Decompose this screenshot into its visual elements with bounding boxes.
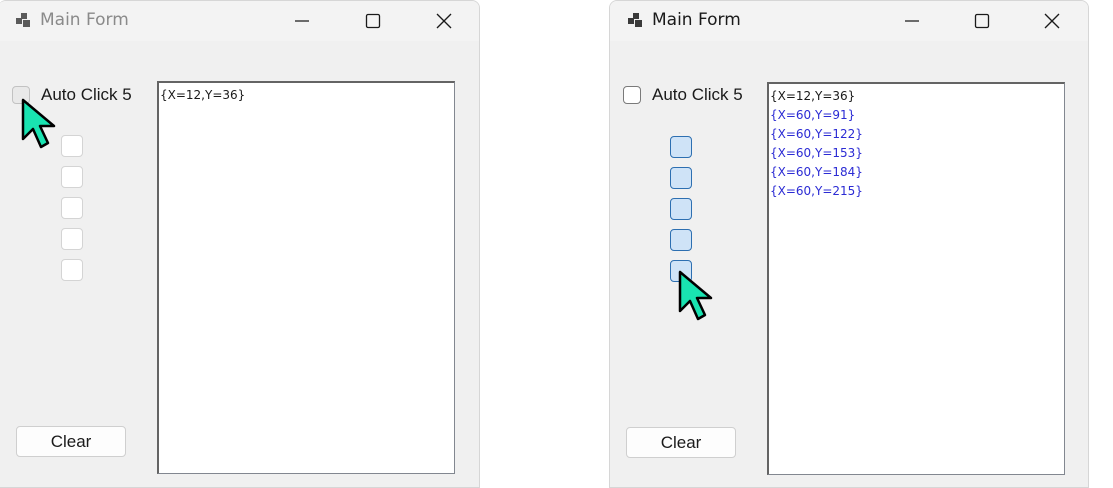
click-log-listbox[interactable]: {X=12,Y=36}: [157, 81, 455, 474]
mouse-pointer-icon: [21, 98, 56, 149]
target-checkbox-2[interactable]: [61, 166, 83, 188]
clear-button[interactable]: Clear: [626, 427, 736, 458]
auto-click-checkbox[interactable]: Auto Click 5: [623, 85, 743, 105]
target-checkbox-3[interactable]: [61, 197, 83, 219]
target-checkbox-4[interactable]: [670, 229, 692, 251]
title-bar[interactable]: Main Form: [610, 1, 1088, 41]
target-checkbox-3[interactable]: [670, 198, 692, 220]
log-entry-auto: {X=60,Y=122}: [770, 127, 863, 141]
log-entry-auto: {X=60,Y=215}: [770, 184, 863, 198]
target-checkbox-1[interactable]: [61, 135, 83, 157]
checkbox-box[interactable]: [623, 86, 641, 104]
log-entry-auto: {X=60,Y=184}: [770, 165, 863, 179]
log-entry-auto: {X=60,Y=91}: [770, 108, 856, 122]
auto-click-label: Auto Click 5: [652, 85, 743, 104]
click-log-listbox[interactable]: {X=12,Y=36} {X=60,Y=91} {X=60,Y=122} {X=…: [767, 82, 1065, 475]
app-icon: [628, 13, 642, 27]
mouse-pointer-icon: [678, 270, 713, 321]
close-button[interactable]: [1029, 5, 1075, 37]
minimize-button[interactable]: [889, 5, 935, 37]
target-checkbox-2[interactable]: [670, 167, 692, 189]
maximize-button[interactable]: [959, 5, 1005, 37]
target-checkbox-4[interactable]: [61, 228, 83, 250]
target-checkbox-1[interactable]: [670, 136, 692, 158]
minimize-icon: [295, 20, 309, 22]
minimize-icon: [905, 20, 919, 22]
main-form-window-after: Main Form Auto Click 5 {X=12,Y=36} {X=60…: [609, 0, 1089, 488]
close-icon: [436, 13, 452, 29]
title-bar[interactable]: Main Form: [0, 1, 479, 41]
app-icon: [16, 13, 30, 27]
log-entry-auto: {X=60,Y=153}: [770, 146, 863, 160]
maximize-icon: [365, 13, 381, 29]
close-icon: [1044, 13, 1060, 29]
clear-button[interactable]: Clear: [16, 426, 126, 457]
maximize-icon: [974, 13, 990, 29]
log-entry: {X=12,Y=36}: [770, 89, 856, 103]
target-checkbox-5[interactable]: [61, 259, 83, 281]
close-button[interactable]: [421, 5, 467, 37]
log-entry: {X=12,Y=36}: [160, 88, 246, 102]
maximize-button[interactable]: [350, 5, 396, 37]
window-title: Main Form: [40, 10, 129, 30]
minimize-button[interactable]: [279, 5, 325, 37]
window-title: Main Form: [652, 10, 741, 30]
main-form-window-before: Main Form Auto Click 5 {X=12,Y=36} Clear: [0, 0, 480, 488]
